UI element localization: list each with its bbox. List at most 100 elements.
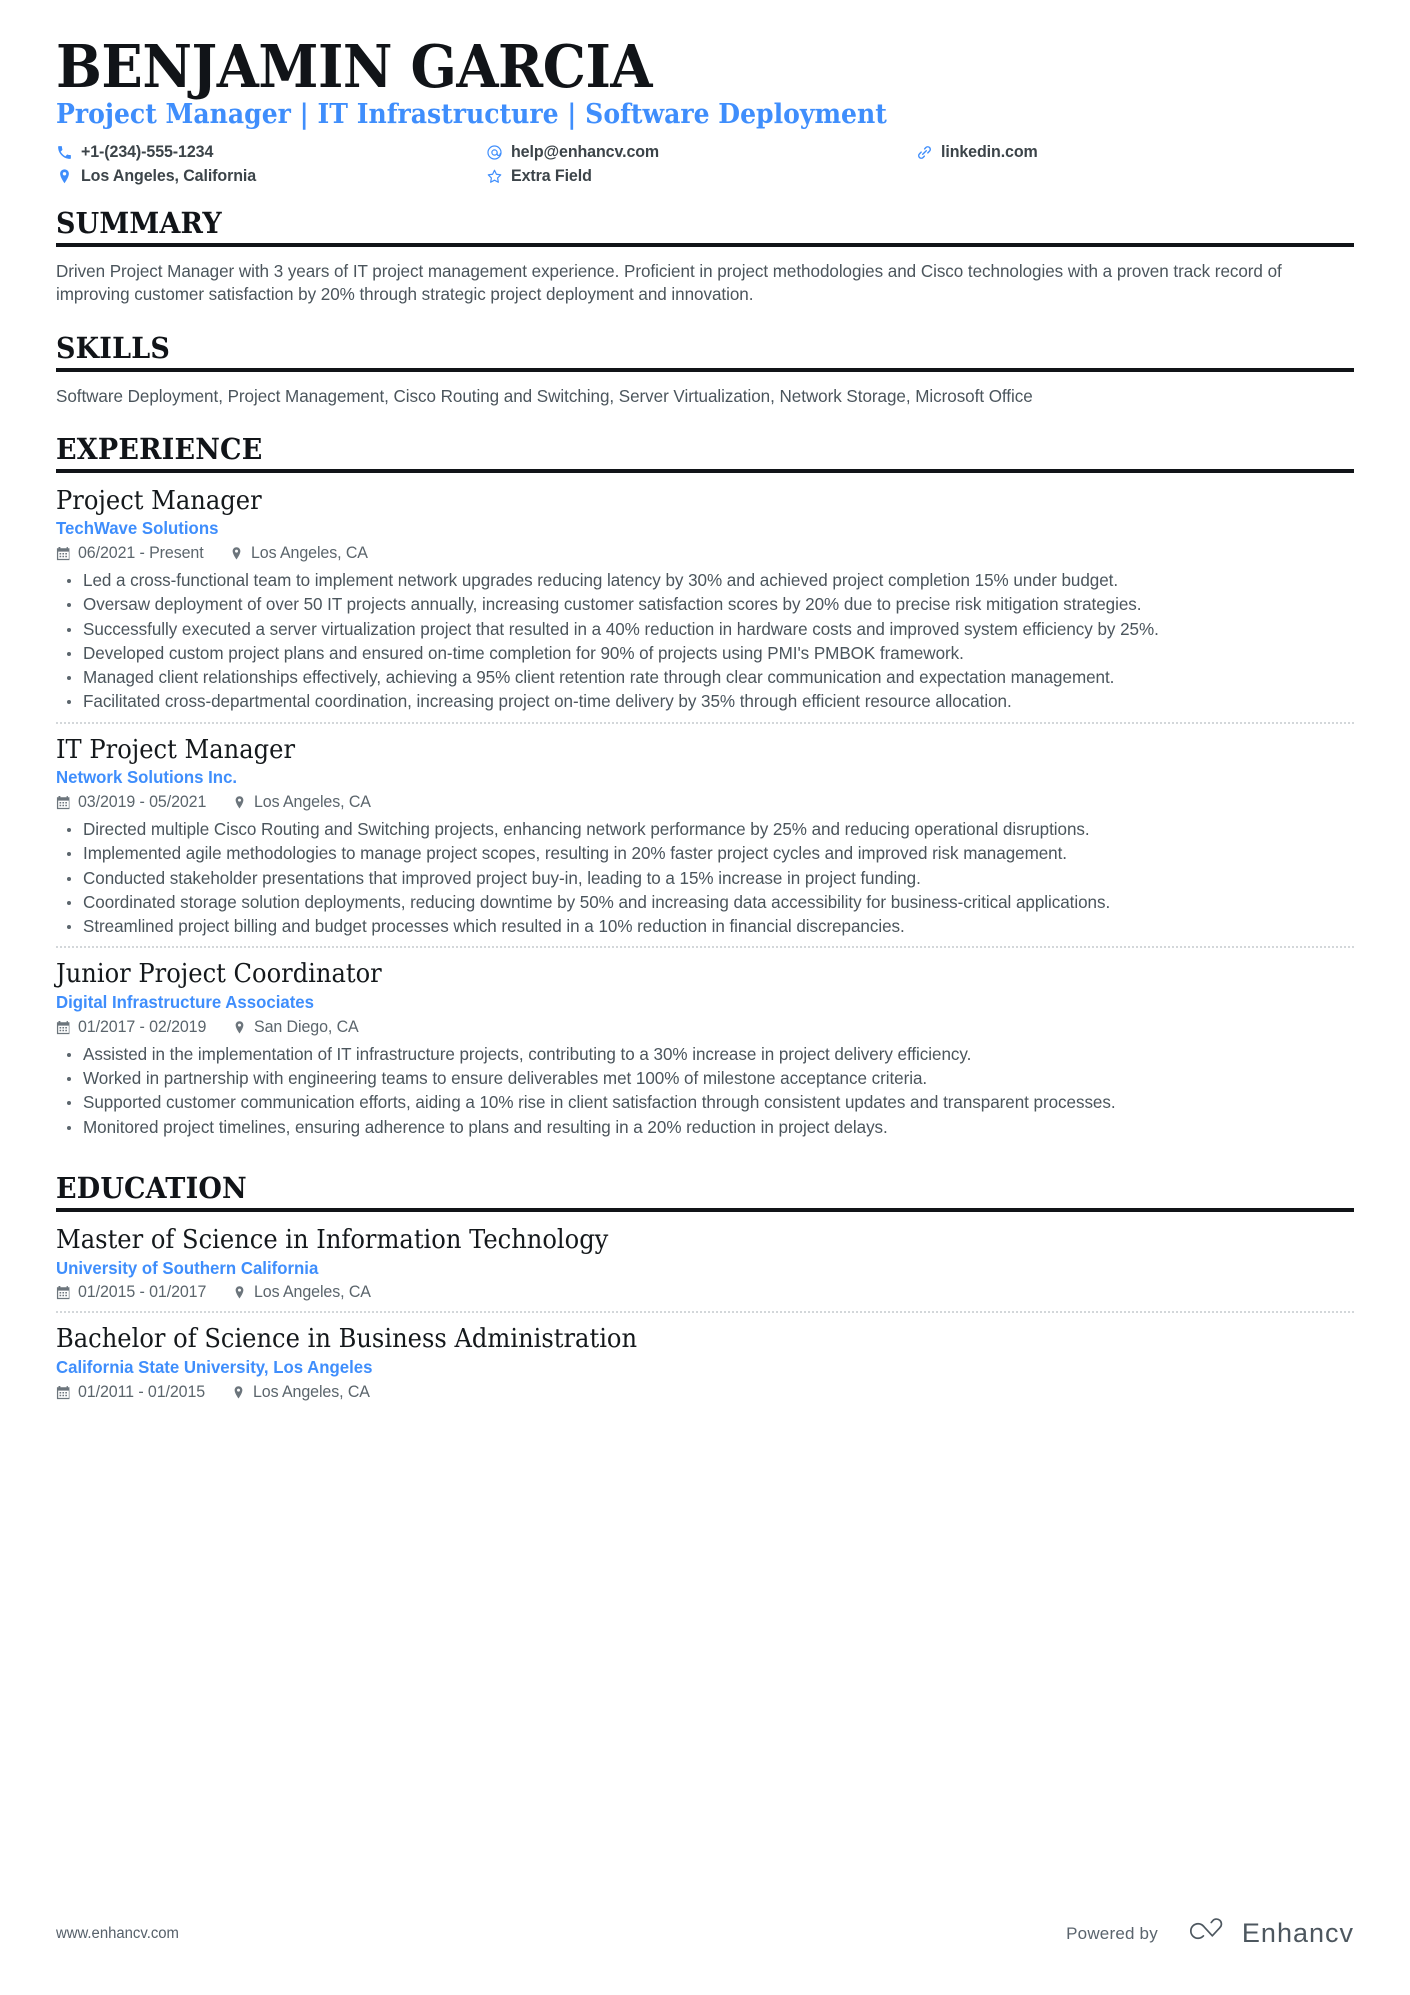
contact-linkedin[interactable]: linkedin.com [916,143,1354,162]
date-range-label: 01/2017 - 02/2019 [78,1017,207,1036]
experience-entry: Project Manager TechWave Solutions 06/20… [56,486,1354,722]
section-title-skills: SKILLS [56,330,171,365]
calendar-icon [56,795,71,810]
section-skills: SKILLS Software Deployment, Project Mana… [56,330,1354,408]
list-item: Facilitated cross-departmental coordinat… [56,690,1354,713]
calendar-icon [56,1285,71,1300]
list-item: Led a cross-functional team to implement… [56,569,1354,592]
section-divider [56,1207,1354,1212]
experience-entry: IT Project Manager Network Solutions Inc… [56,721,1354,947]
contact-extra-field-label: Extra Field [511,167,592,186]
phone-icon [56,144,73,161]
date-range-label: 06/2021 - Present [78,544,204,563]
school-name[interactable]: California State University, Los Angeles [56,1356,1302,1379]
company-name[interactable]: Digital Infrastructure Associates [56,991,1302,1014]
job-location: Los Angeles, CA [229,544,372,563]
entry-meta: 06/2021 - Present Los Angeles, CA [56,544,1354,563]
job-location: Los Angeles, CA [232,793,375,812]
star-icon [486,168,503,185]
date-range: 01/2011 - 01/2015 [56,1383,209,1402]
entry-meta: 01/2015 - 01/2017 Los Angeles, CA [56,1283,1354,1302]
location-icon [232,795,247,810]
resume-page: BENJAMIN GARCIA Project Manager | IT Inf… [0,0,1410,1995]
list-item: Supported customer communication efforts… [56,1091,1354,1114]
responsibility-list: Led a cross-functional team to implement… [56,569,1354,714]
contact-phone[interactable]: +1-(234)-555-1234 [56,143,486,162]
footer-website-url[interactable]: www.enhancv.com [56,1925,179,1943]
date-range: 06/2021 - Present [56,544,207,563]
page-title: BENJAMIN GARCIA [56,32,653,101]
school-location: Los Angeles, CA [231,1383,374,1402]
section-education: EDUCATION Master of Science in Informati… [56,1170,1354,1411]
contact-email[interactable]: help@enhancv.com [486,143,916,162]
contact-extra-field[interactable]: Extra Field [486,167,916,186]
link-icon [916,144,933,161]
list-item: Oversaw deployment of over 50 IT project… [56,593,1354,616]
company-name[interactable]: Network Solutions Inc. [56,766,1302,789]
entry-meta: 01/2017 - 02/2019 San Diego, CA [56,1018,1354,1037]
degree-title: Master of Science in Information Technol… [56,1224,609,1255]
school-location-label: Los Angeles, CA [254,1283,372,1302]
contact-linkedin-label: linkedin.com [941,143,1038,162]
job-location: San Diego, CA [232,1018,362,1037]
calendar-icon [56,1385,71,1400]
list-item: Streamlined project billing and budget p… [56,915,1354,938]
calendar-icon [56,546,71,561]
section-summary: SUMMARY Driven Project Manager with 3 ye… [56,206,1354,306]
list-item: Conducted stakeholder presentations that… [56,867,1354,890]
school-location: Los Angeles, CA [232,1283,375,1302]
contact-phone-label: +1-(234)-555-1234 [81,143,214,162]
section-divider [56,468,1354,473]
date-range: 01/2015 - 01/2017 [56,1283,210,1302]
entry-meta: 01/2011 - 01/2015 Los Angeles, CA [56,1383,1354,1402]
date-range-label: 03/2019 - 05/2021 [78,793,207,812]
entry-meta: 03/2019 - 05/2021 Los Angeles, CA [56,793,1354,812]
calendar-icon [56,1020,71,1035]
job-location-label: Los Angeles, CA [251,544,369,563]
contact-info: +1-(234)-555-1234 help@enhancv.com linke… [56,143,1354,186]
school-name[interactable]: University of Southern California [56,1257,1302,1280]
job-title: IT Project Manager [56,734,296,765]
list-item: Directed multiple Cisco Routing and Swit… [56,818,1354,841]
location-icon [232,1285,247,1300]
contact-location[interactable]: Los Angeles, California [56,167,486,186]
date-range: 01/2017 - 02/2019 [56,1018,210,1037]
footer-branding: Powered by Enhancv [1066,1916,1354,1951]
section-divider [56,243,1354,248]
email-icon [486,144,503,161]
professional-headline: Project Manager | IT Infrastructure | So… [56,99,887,131]
section-title-summary: SUMMARY [56,206,222,241]
location-icon [56,168,73,185]
date-range-label: 01/2015 - 01/2017 [78,1283,207,1302]
list-item: Developed custom project plans and ensur… [56,642,1354,665]
list-item: Assisted in the implementation of IT inf… [56,1043,1354,1066]
job-title: Junior Project Coordinator [56,959,382,990]
experience-entry: Junior Project Coordinator Digital Infra… [56,946,1354,1146]
job-location-label: San Diego, CA [254,1017,359,1036]
skills-text: Software Deployment, Project Management,… [56,385,1033,406]
section-title-experience: EXPERIENCE [56,431,263,466]
list-item: Implemented agile methodologies to manag… [56,842,1354,865]
list-item: Successfully executed a server virtualiz… [56,618,1354,641]
contact-email-label: help@enhancv.com [511,143,660,162]
education-entry: Bachelor of Science in Business Administ… [56,1311,1354,1410]
school-location-label: Los Angeles, CA [253,1382,370,1401]
contact-location-label: Los Angeles, California [81,167,257,186]
list-item: Managed client relationships effectively… [56,666,1354,689]
powered-by-label: Powered by [1066,1923,1158,1943]
company-name[interactable]: TechWave Solutions [56,517,1302,540]
page-footer: www.enhancv.com Powered by Enhancv [56,1916,1354,1951]
section-divider [56,367,1354,372]
location-icon [232,1020,247,1035]
section-title-education: EDUCATION [56,1170,247,1205]
summary-text: Driven Project Manager with 3 years of I… [56,261,1282,305]
job-title: Project Manager [56,485,262,516]
list-item: Worked in partnership with engineering t… [56,1067,1354,1090]
enhancv-logo: Enhancv [1184,1916,1354,1951]
section-experience: EXPERIENCE Project Manager TechWave Solu… [56,431,1354,1147]
date-range: 03/2019 - 05/2021 [56,793,210,812]
degree-title: Bachelor of Science in Business Administ… [56,1324,638,1355]
responsibility-list: Assisted in the implementation of IT inf… [56,1043,1354,1139]
list-item: Monitored project timelines, ensuring ad… [56,1116,1354,1139]
responsibility-list: Directed multiple Cisco Routing and Swit… [56,818,1354,938]
